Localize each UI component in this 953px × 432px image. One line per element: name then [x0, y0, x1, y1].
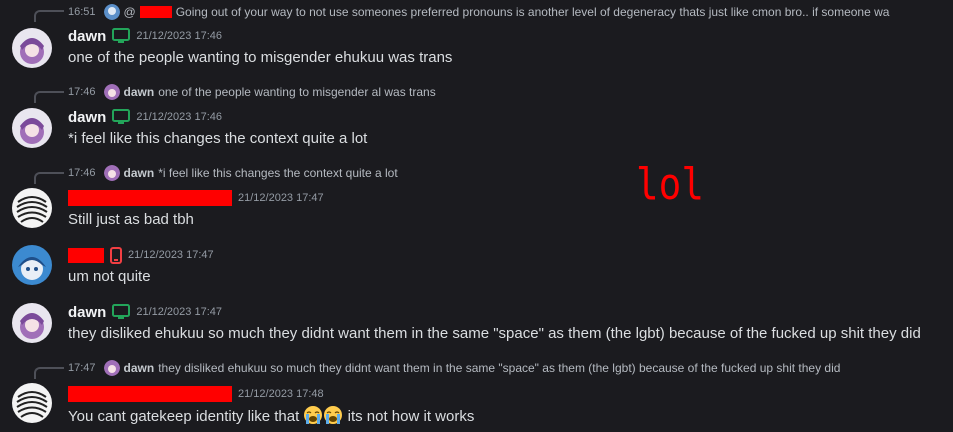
- message-text-part: its not how it works: [347, 408, 475, 425]
- reply-preview[interactable]: 17:47 dawn they disliked ehukuu so much …: [68, 360, 953, 376]
- reply-author: dawn: [123, 361, 155, 375]
- avatar[interactable]: [12, 188, 52, 228]
- redacted-name: [68, 247, 104, 263]
- message-text: one of the people wanting to misgender e…: [68, 49, 453, 66]
- timestamp[interactable]: 21/12/2023 17:48: [238, 388, 324, 400]
- timestamp[interactable]: 21/12/2023 17:46: [136, 30, 222, 42]
- desktop-icon: [112, 304, 131, 320]
- avatar[interactable]: [12, 28, 52, 68]
- message-header: 21/12/2023 17:47: [68, 245, 214, 265]
- desktop-icon: [112, 28, 131, 44]
- reply-preview[interactable]: 17:46 dawn one of the people wanting to …: [68, 84, 953, 100]
- reply-spine: [34, 91, 64, 103]
- message-header: dawn 21/12/2023 17:46: [68, 107, 222, 127]
- reply-avatar-icon: [103, 165, 120, 181]
- username[interactable]: dawn: [68, 304, 106, 321]
- timestamp[interactable]: 21/12/2023 17:47: [238, 192, 324, 204]
- reply-author: dawn: [123, 85, 155, 99]
- timestamp[interactable]: 21/12/2023 17:47: [136, 306, 222, 318]
- message-text-part: You cant gatekeep identity like that: [68, 408, 300, 425]
- message-text: they disliked ehukuu so much they didnt …: [68, 325, 921, 342]
- avatar[interactable]: [12, 383, 52, 423]
- reply-time: 17:46: [68, 86, 96, 98]
- lol-annotation: lol: [636, 163, 704, 207]
- reply-preview[interactable]: 17:46 dawn *i feel like this changes the…: [68, 165, 953, 181]
- redacted-name: [68, 190, 232, 206]
- redacted-name: [139, 6, 172, 18]
- reply-avatar-icon: [103, 360, 120, 376]
- message-text: um not quite: [68, 268, 151, 285]
- message-header: dawn 21/12/2023 17:47: [68, 302, 222, 322]
- mobile-icon: [110, 246, 122, 264]
- message-header: dawn 21/12/2023 17:46: [68, 26, 222, 46]
- timestamp[interactable]: 21/12/2023 17:47: [128, 249, 214, 261]
- reply-text: *i feel like this changes the context qu…: [158, 166, 398, 180]
- reply-avatar-icon: [103, 84, 120, 100]
- message-text: Still just as bad tbh: [68, 211, 194, 228]
- message-text: *i feel like this changes the context qu…: [68, 130, 368, 147]
- timestamp[interactable]: 21/12/2023 17:46: [136, 111, 222, 123]
- message-header: 21/12/2023 17:47: [68, 188, 324, 208]
- avatar[interactable]: [12, 303, 52, 343]
- username[interactable]: dawn: [68, 28, 106, 45]
- reply-text: one of the people wanting to misgender a…: [158, 85, 436, 99]
- reply-time: 17:47: [68, 362, 96, 374]
- reply-spine: [34, 172, 64, 184]
- reply-preview[interactable]: 16:51 @ Going out of your way to not use…: [68, 4, 953, 20]
- reply-spine: [34, 10, 64, 22]
- message-text: You cant gatekeep identity like that its…: [68, 405, 474, 425]
- reply-avatar-icon: [103, 4, 120, 20]
- reply-mention: @: [123, 5, 136, 19]
- username[interactable]: dawn: [68, 109, 106, 126]
- svg-text:lol: lol: [636, 163, 704, 207]
- avatar[interactable]: [12, 108, 52, 148]
- loudly-crying-emoji-icon[interactable]: [303, 405, 323, 425]
- reply-spine: [34, 367, 64, 379]
- message-header: 21/12/2023 17:48: [68, 384, 324, 404]
- reply-time: 16:51: [68, 6, 96, 18]
- avatar[interactable]: [12, 245, 52, 285]
- redacted-name: [68, 386, 232, 402]
- reply-text: Going out of your way to not use someone…: [175, 5, 890, 19]
- loudly-crying-emoji-icon[interactable]: [323, 405, 343, 425]
- reply-text: they disliked ehukuu so much they didnt …: [158, 361, 841, 375]
- reply-author: dawn: [123, 166, 155, 180]
- reply-time: 17:46: [68, 167, 96, 179]
- desktop-icon: [112, 109, 131, 125]
